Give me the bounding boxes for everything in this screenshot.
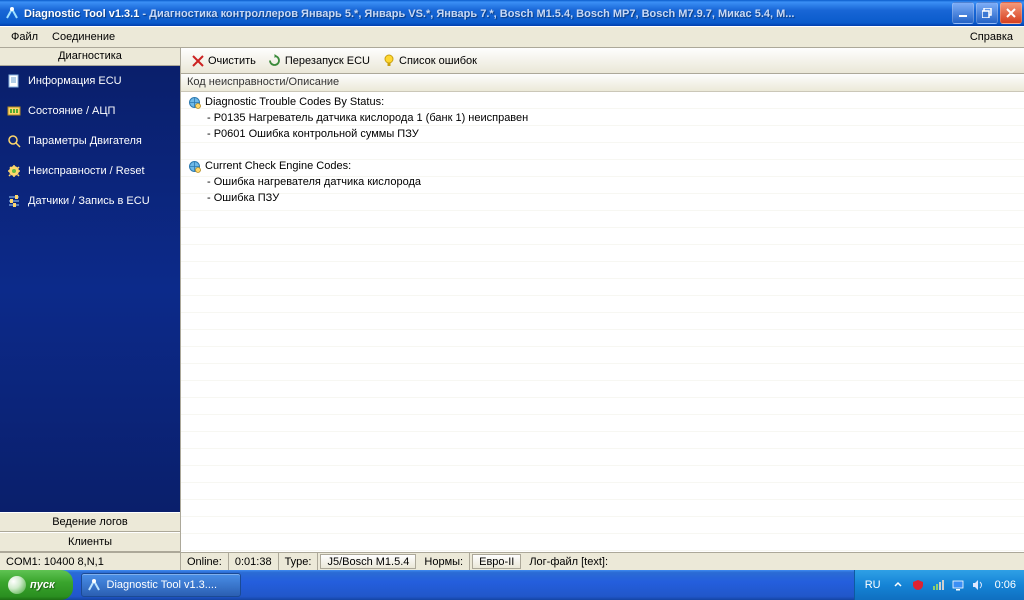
- app-icon: [4, 5, 20, 21]
- gear-warning-icon: [6, 163, 22, 179]
- list-row-text: - Ошибка ПЗУ: [207, 192, 279, 204]
- list-blank: [181, 142, 1024, 158]
- tray-clock[interactable]: 0:06: [991, 579, 1016, 591]
- search-icon: [6, 133, 22, 149]
- sidebar-item-label: Неисправности / Reset: [28, 165, 145, 177]
- sidebar-section-logs[interactable]: Ведение логов: [0, 512, 180, 532]
- minimize-button[interactable]: [952, 2, 974, 24]
- sidebar-section-clients[interactable]: Клиенты: [0, 532, 180, 552]
- window-titlebar: Diagnostic Tool v1.3.1 - Диагностика кон…: [0, 0, 1024, 26]
- tray-volume-icon[interactable]: [971, 578, 985, 592]
- menu-connection[interactable]: Соединение: [45, 29, 122, 45]
- toolbar: Очистить Перезапуск ECU Список ошибок: [181, 48, 1024, 74]
- statusbar: COM1: 10400 8,N,1 Online: 0:01:38 Type: …: [0, 552, 1024, 570]
- tray-shield-icon[interactable]: [911, 578, 925, 592]
- sidebar-item-engine-params[interactable]: Параметры Двигателя: [0, 126, 180, 156]
- taskbar-app-button[interactable]: Diagnostic Tool v1.3....: [81, 573, 241, 597]
- tray-chevron-icon[interactable]: [891, 578, 905, 592]
- sidebar-item-label: Информация ECU: [28, 75, 122, 87]
- list-item[interactable]: - Ошибка ПЗУ: [181, 190, 1024, 206]
- sidebar-item-label: Параметры Двигателя: [28, 135, 142, 147]
- status-type-value[interactable]: J5/Bosch M1.5.4: [320, 554, 416, 569]
- restart-ecu-button[interactable]: Перезапуск ECU: [264, 52, 374, 70]
- list-group-header[interactable]: Current Check Engine Codes:: [181, 158, 1024, 174]
- globe-gear-icon: [187, 159, 201, 173]
- sidebar-header-diagnostics[interactable]: Диагностика: [0, 48, 180, 66]
- error-list[interactable]: Diagnostic Trouble Codes By Status: - P0…: [181, 92, 1024, 552]
- list-item[interactable]: - Ошибка нагревателя датчика кислорода: [181, 174, 1024, 190]
- menu-help[interactable]: Справка: [963, 29, 1020, 45]
- x-icon: [191, 54, 205, 68]
- sidebar: Диагностика Информация ECU Состояние / А…: [0, 48, 181, 552]
- taskbar: пуск Diagnostic Tool v1.3.... RU 0:06: [0, 570, 1024, 600]
- status-online-time: 0:01:38: [229, 553, 279, 570]
- system-tray: RU 0:06: [854, 570, 1024, 600]
- list-item[interactable]: - P0135 Нагреватель датчика кислорода 1 …: [181, 110, 1024, 126]
- sidebar-panel: Информация ECU Состояние / АЦП Параметры…: [0, 66, 180, 512]
- app-icon: [86, 577, 102, 593]
- sidebar-item-label: Датчики / Запись в ECU: [28, 195, 150, 207]
- lightbulb-icon: [382, 54, 396, 68]
- refresh-icon: [268, 54, 282, 68]
- start-label: пуск: [30, 579, 55, 591]
- list-row-text: Diagnostic Trouble Codes By Status:: [205, 96, 384, 108]
- sidebar-item-ecu-info[interactable]: Информация ECU: [0, 66, 180, 96]
- tray-network-icon[interactable]: [931, 578, 945, 592]
- toolbar-label: Перезапуск ECU: [285, 55, 370, 67]
- sidebar-item-faults-reset[interactable]: Неисправности / Reset: [0, 156, 180, 186]
- close-button[interactable]: [1000, 2, 1022, 24]
- status-log-label: Лог-файл [text]:: [523, 553, 614, 570]
- document-icon: [6, 73, 22, 89]
- status-online-label: Online:: [181, 553, 229, 570]
- menu-file[interactable]: Файл: [4, 29, 45, 45]
- status-norms-value[interactable]: Евро-II: [472, 554, 521, 569]
- language-indicator[interactable]: RU: [865, 579, 885, 591]
- title-suffix: - Диагностика контроллеров Январь 5.*, Я…: [139, 8, 794, 20]
- sidebar-item-state-adc[interactable]: Состояние / АЦП: [0, 96, 180, 126]
- status-type-label: Type:: [279, 553, 319, 570]
- sliders-icon: [6, 193, 22, 209]
- clear-button[interactable]: Очистить: [187, 52, 260, 70]
- windows-logo-icon: [8, 576, 26, 594]
- globe-gear-icon: [187, 95, 201, 109]
- toolbar-label: Очистить: [208, 55, 256, 67]
- list-row-text: - P0601 Ошибка контрольной суммы ПЗУ: [207, 128, 419, 140]
- list-row-text: Current Check Engine Codes:: [205, 160, 351, 172]
- content-area: Очистить Перезапуск ECU Список ошибок Ко…: [181, 48, 1024, 552]
- list-group-header[interactable]: Diagnostic Trouble Codes By Status:: [181, 94, 1024, 110]
- sidebar-item-label: Состояние / АЦП: [28, 105, 115, 117]
- error-list-button[interactable]: Список ошибок: [378, 52, 481, 70]
- status-norms-label: Нормы:: [418, 553, 470, 570]
- tray-monitor-icon[interactable]: [951, 578, 965, 592]
- title-app: Diagnostic Tool v1.3.1: [24, 8, 139, 20]
- restore-button[interactable]: [976, 2, 998, 24]
- window-title: Diagnostic Tool v1.3.1 - Диагностика кон…: [24, 6, 952, 20]
- menubar: Файл Соединение Справка: [0, 26, 1024, 48]
- status-com-port: COM1: 10400 8,N,1: [0, 553, 181, 570]
- gauge-icon: [6, 103, 22, 119]
- toolbar-label: Список ошибок: [399, 55, 477, 67]
- column-header[interactable]: Код неисправности/Описание: [181, 74, 1024, 92]
- taskbar-app-label: Diagnostic Tool v1.3....: [107, 579, 217, 591]
- list-row-text: - P0135 Нагреватель датчика кислорода 1 …: [207, 112, 528, 124]
- start-button[interactable]: пуск: [0, 570, 73, 600]
- sidebar-item-sensors-write[interactable]: Датчики / Запись в ECU: [0, 186, 180, 216]
- list-item[interactable]: - P0601 Ошибка контрольной суммы ПЗУ: [181, 126, 1024, 142]
- list-row-text: - Ошибка нагревателя датчика кислорода: [207, 176, 421, 188]
